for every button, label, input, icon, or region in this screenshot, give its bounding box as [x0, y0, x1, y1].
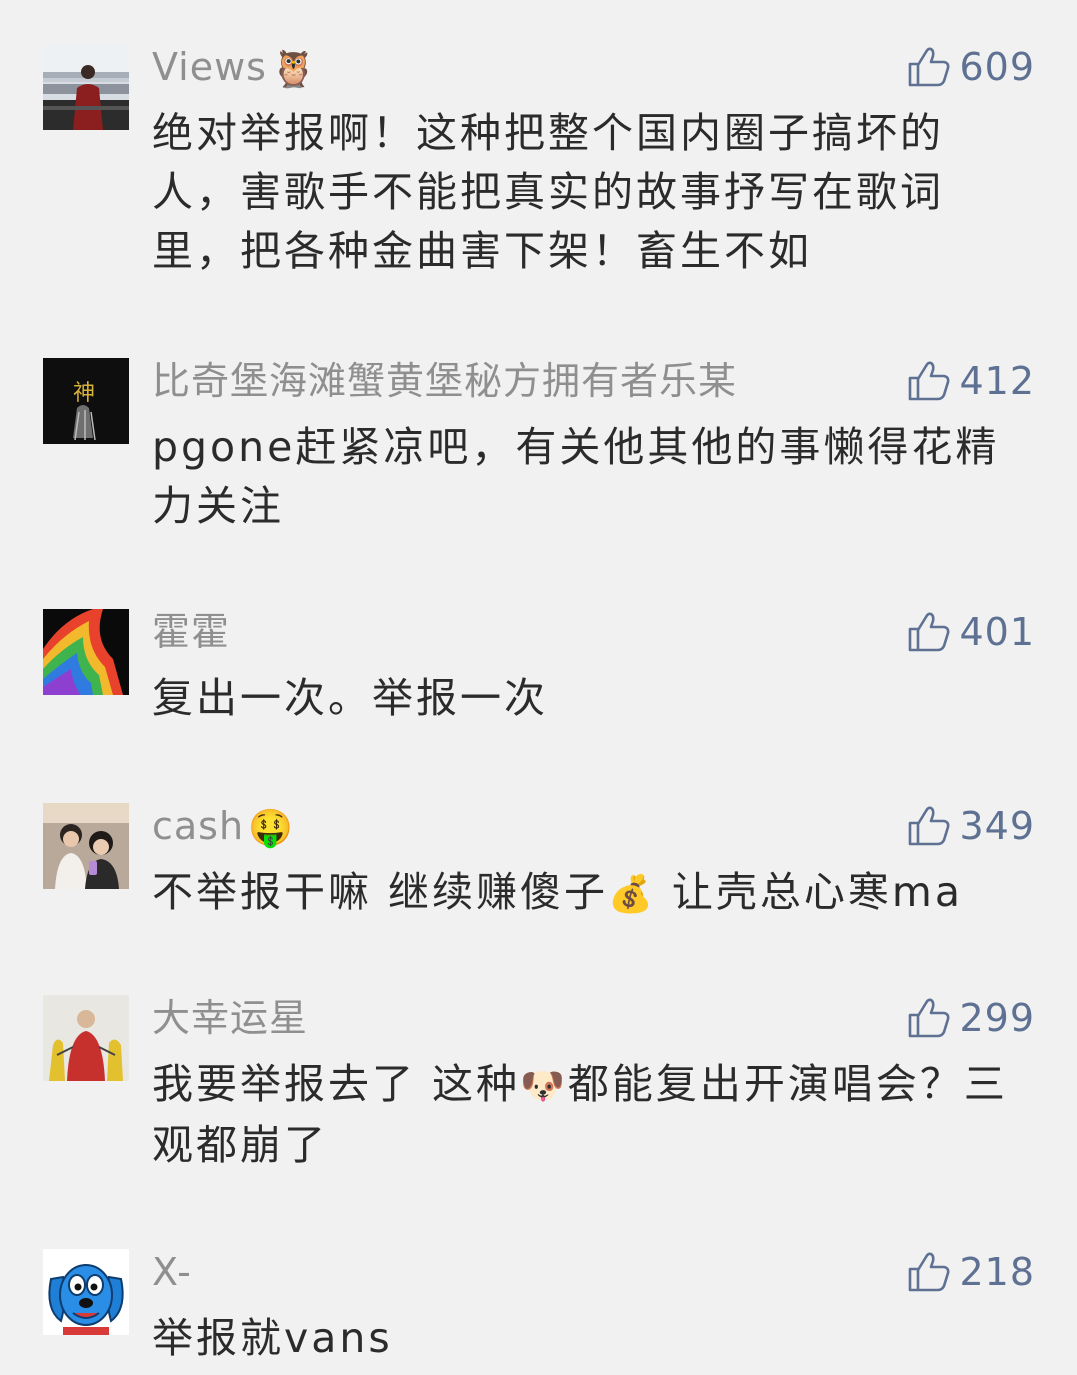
- like-button[interactable]: 412: [907, 358, 1035, 404]
- username-text: Views: [152, 45, 267, 89]
- username[interactable]: Views 🦉: [152, 44, 317, 93]
- thumbs-up-icon: [909, 998, 950, 1038]
- like-count: 349: [959, 804, 1035, 848]
- comment-text: 复出一次。举报一次: [152, 674, 548, 722]
- avatar[interactable]: [43, 609, 129, 695]
- comment-text: pgone赶紧凉吧，有关他其他的事懒得花精力关注: [152, 423, 1000, 530]
- username[interactable]: 霍霍: [152, 609, 230, 655]
- comment-text: 绝对举报啊！这种把整个国内圈子搞坏的人，害歌手不能把真实的故事抒写在歌词里，把各…: [152, 109, 944, 275]
- thumbs-up-icon: [909, 612, 950, 652]
- like-button[interactable]: 218: [907, 1249, 1035, 1295]
- username[interactable]: X-: [152, 1249, 192, 1295]
- avatar[interactable]: [43, 44, 129, 130]
- comment-text: 举报就vans: [152, 1314, 393, 1362]
- avatar[interactable]: [43, 803, 129, 889]
- avatar[interactable]: [43, 1249, 129, 1335]
- avatar[interactable]: 神: [43, 358, 129, 444]
- thumbs-up-icon: [909, 47, 950, 87]
- like-count: 218: [959, 1250, 1035, 1294]
- like-button[interactable]: 299: [907, 995, 1035, 1041]
- dog-face-emoji: 🐶: [520, 1066, 568, 1107]
- avatar-glyph: 神: [73, 381, 95, 406]
- username[interactable]: 比奇堡海滩蟹黄堡秘方拥有者乐某: [152, 358, 737, 404]
- username[interactable]: 大幸运星: [152, 995, 308, 1041]
- money-face-emoji: 🤑: [248, 807, 294, 849]
- comment-text: 不举报干嘛 继续赚傻子💰 让壳总心寒ma: [152, 863, 1012, 924]
- comment-text-part: 我要举报去了 这种: [152, 1060, 521, 1108]
- thumbs-up-icon: [909, 1252, 950, 1292]
- like-button[interactable]: 609: [907, 44, 1035, 90]
- thumbs-up-icon: [909, 806, 950, 846]
- like-count: 401: [959, 610, 1035, 654]
- comment-text: 我要举报去了 这种🐶都能复出开演唱会？三观都崩了: [152, 1055, 1012, 1175]
- thumbs-up-icon: [909, 361, 950, 401]
- owl-emoji: 🦉: [270, 48, 317, 90]
- like-count: 609: [959, 45, 1035, 89]
- username[interactable]: cash 🤑: [152, 803, 294, 852]
- like-button[interactable]: 349: [907, 803, 1035, 849]
- username-text: cash: [152, 804, 245, 848]
- money-bag-emoji: 💰: [608, 874, 656, 915]
- avatar[interactable]: [43, 995, 129, 1081]
- like-button[interactable]: 401: [907, 609, 1035, 655]
- comment-text-part: 不举报干嘛 继续赚傻子: [152, 868, 609, 916]
- like-count: 412: [959, 359, 1035, 403]
- comment-text-part: 让壳总心寒ma: [655, 868, 963, 916]
- like-count: 299: [959, 996, 1035, 1040]
